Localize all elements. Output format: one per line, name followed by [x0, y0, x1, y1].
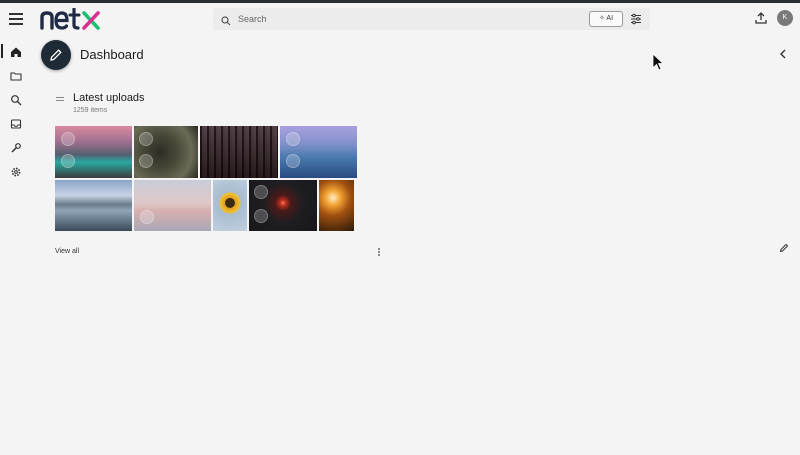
active-nav-indicator — [1, 44, 3, 58]
thumbnail-pastel-sky-horizon[interactable] — [134, 180, 211, 231]
sparkle-icon: ✧ — [598, 15, 605, 22]
widget-title: Latest uploads — [73, 92, 145, 104]
inbox-icon[interactable] — [10, 118, 22, 130]
page-title: Dashboard — [80, 47, 144, 62]
netx-logo[interactable] — [40, 8, 104, 30]
edit-dashboard-button[interactable] — [41, 40, 71, 70]
ai-label: AI — [606, 15, 614, 22]
widget-item-count: 1259 items — [73, 107, 108, 114]
chevron-left-icon[interactable] — [778, 47, 788, 59]
thumbnail-mountain-lake-reflection[interactable] — [55, 180, 132, 231]
pencil-icon — [50, 49, 62, 61]
search-bar: ✧ AI — [213, 8, 650, 30]
mouse-cursor-icon — [652, 53, 665, 76]
search-icon — [221, 13, 231, 31]
folder-icon[interactable] — [10, 70, 22, 82]
menu-icon[interactable] — [9, 13, 23, 25]
top-bar: ✧ AI K — [0, 3, 800, 36]
thumbnail-blue-mountains-mist[interactable] — [280, 126, 357, 178]
thumbnail-lake-mountain-sunset[interactable] — [55, 126, 132, 178]
drag-handle-icon[interactable] — [56, 97, 64, 105]
thumbnail-sunset-trees[interactable] — [319, 180, 354, 231]
thumbnail-sunflower[interactable] — [213, 180, 247, 231]
search-input[interactable] — [238, 10, 588, 28]
pencil-icon[interactable] — [779, 240, 789, 253]
thumbnail-misty-forest-trees[interactable] — [200, 126, 278, 178]
ai-search-button[interactable]: ✧ AI — [589, 11, 623, 27]
thumbnail-red-light-dark[interactable] — [249, 180, 317, 231]
gear-icon[interactable] — [10, 166, 22, 178]
user-avatar[interactable]: K — [777, 10, 793, 26]
search-nav-icon[interactable] — [10, 94, 22, 106]
more-options-icon[interactable] — [378, 248, 382, 257]
upload-icon[interactable] — [754, 11, 768, 25]
view-all-link[interactable]: View all — [55, 248, 79, 255]
filter-sliders-icon[interactable] — [629, 12, 643, 26]
tools-icon[interactable] — [10, 142, 22, 154]
home-icon[interactable] — [10, 46, 22, 58]
thumbnail-dark-forest-bear[interactable] — [134, 126, 198, 178]
